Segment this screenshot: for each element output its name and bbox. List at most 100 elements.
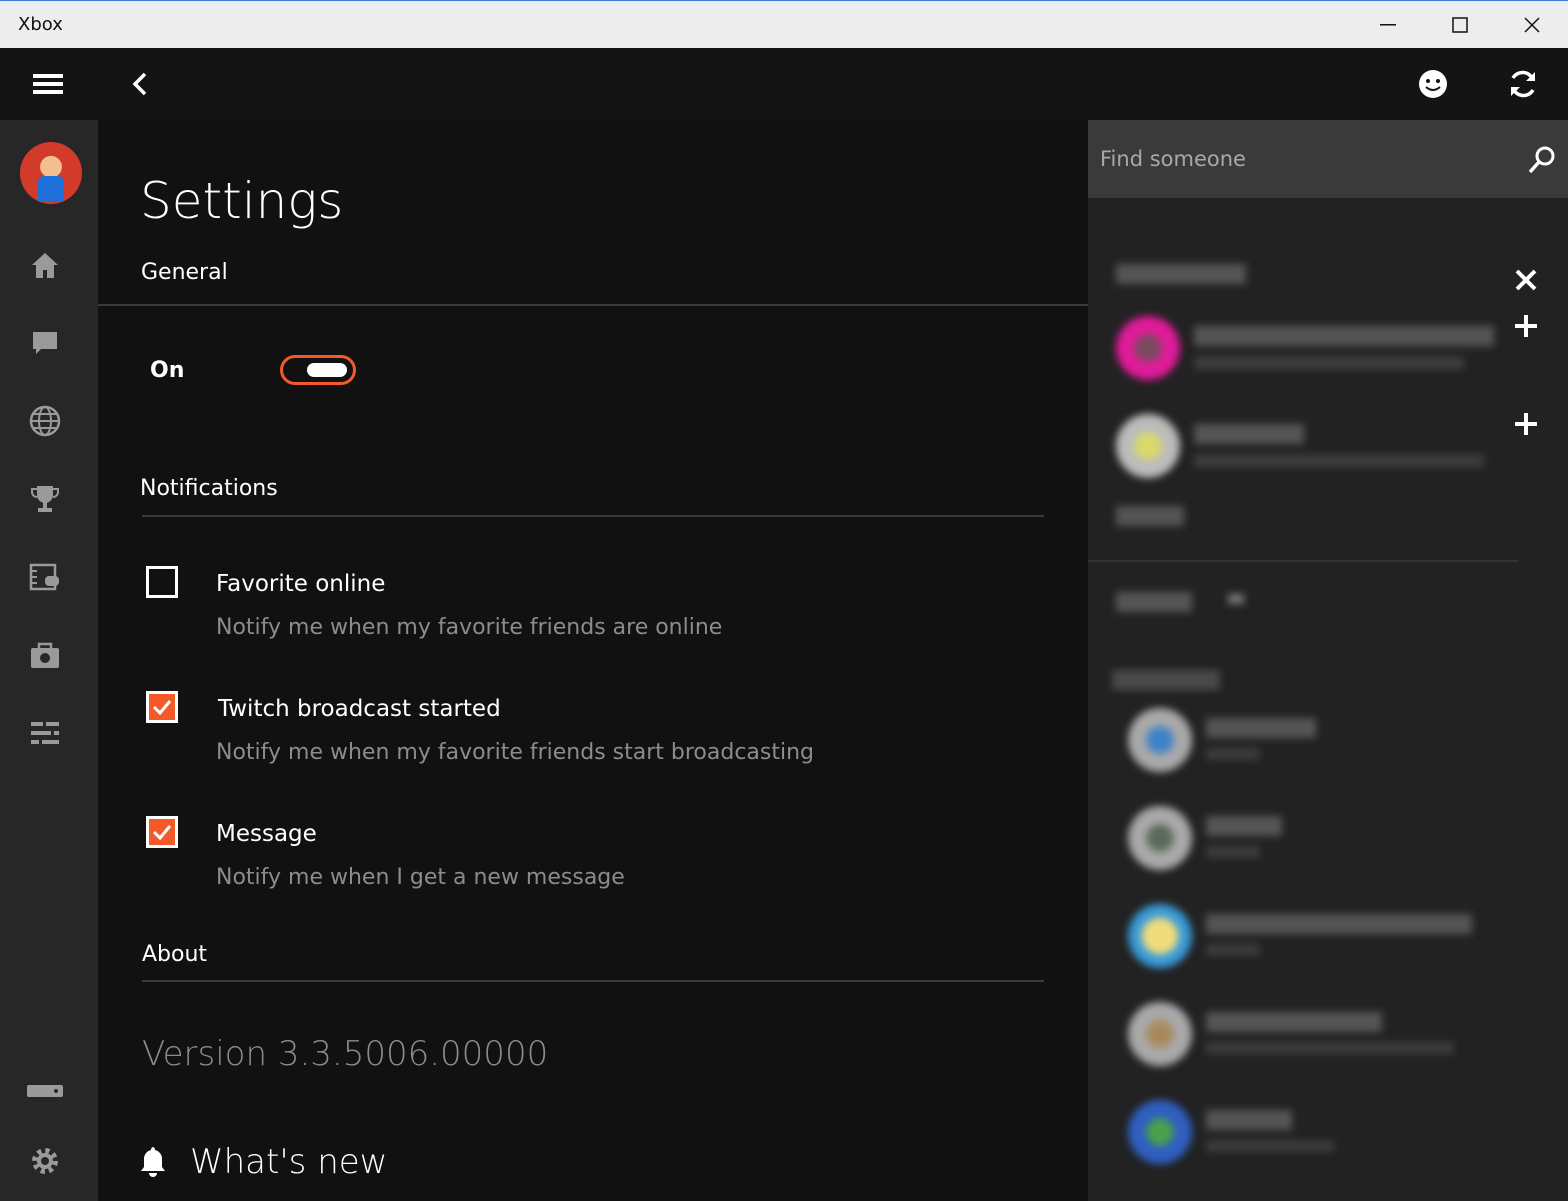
suggestion-detail-blurred (1194, 356, 1464, 370)
nav-store[interactable] (22, 632, 68, 678)
nav-game-dvr[interactable] (22, 554, 68, 600)
friends-filter-blurred[interactable] (1228, 594, 1244, 604)
back-button[interactable] (116, 62, 164, 106)
plus-icon (1515, 413, 1537, 435)
dismiss-suggestions-button[interactable] (1508, 262, 1544, 298)
refresh-button[interactable] (1500, 62, 1546, 106)
suggestion-name-blurred (1194, 326, 1494, 346)
smiley-icon (1419, 70, 1447, 98)
messages-icon (33, 332, 57, 354)
option-title: Message (216, 821, 317, 847)
window-titlebar: Xbox (0, 0, 1568, 48)
message-checkbox[interactable] (146, 816, 178, 848)
suggestion-avatar[interactable] (1116, 316, 1180, 380)
nav-home[interactable] (22, 242, 68, 288)
minimize-button[interactable] (1352, 1, 1424, 49)
hamburger-icon (33, 74, 63, 94)
nav-connect[interactable] (22, 1068, 68, 1114)
option-title: Favorite online (216, 571, 386, 597)
people-pane (1088, 120, 1568, 1201)
connect-console-icon (27, 1085, 63, 1097)
close-icon (1515, 269, 1537, 291)
maximize-button[interactable] (1424, 1, 1496, 49)
checkmark-icon (152, 825, 172, 840)
see-all-blurred[interactable] (1116, 506, 1184, 526)
activity-feed-icon (31, 722, 59, 744)
search-icon[interactable] (1526, 144, 1558, 176)
globe-icon (29, 405, 61, 437)
maximize-icon (1452, 17, 1468, 33)
friend-avatar[interactable] (1128, 1002, 1192, 1066)
twitch-broadcast-checkbox[interactable] (146, 691, 178, 723)
window-title: Xbox (18, 14, 63, 35)
minimize-icon (1380, 24, 1396, 26)
nav-trending[interactable] (22, 398, 68, 444)
option-description: Notify me when my favorite friends start… (216, 740, 815, 765)
home-icon (32, 253, 58, 278)
friend-name-blurred (1206, 1110, 1292, 1130)
toggle-knob (307, 363, 347, 377)
friend-avatar[interactable] (1128, 708, 1192, 772)
suggestions-heading-blurred (1116, 264, 1246, 284)
settings-page: Settings General On Notifications Favori… (98, 120, 1088, 1201)
toggle-label: On (150, 358, 185, 383)
friend-name-blurred (1206, 1012, 1382, 1032)
option-description: Notify me when I get a new message (216, 865, 625, 890)
whats-new-label: What's new (190, 1142, 388, 1182)
friend-name-blurred (1206, 914, 1472, 934)
friend-status-blurred (1206, 1042, 1454, 1054)
friend-avatar[interactable] (1128, 1100, 1192, 1164)
friend-name-blurred (1206, 718, 1316, 738)
plus-icon (1515, 315, 1537, 337)
friend-avatar[interactable] (1128, 806, 1192, 870)
notifications-divider (142, 515, 1044, 517)
whats-new-link[interactable]: What's new (138, 1142, 387, 1182)
close-icon (1524, 17, 1540, 33)
search-bar (1088, 120, 1568, 198)
friend-status-blurred (1206, 1140, 1334, 1152)
nav-messages[interactable] (22, 320, 68, 366)
version-text: Version 3.3.5006.00000 (142, 1034, 549, 1074)
add-friend-button[interactable] (1508, 308, 1544, 344)
settings-gear-icon (32, 1148, 58, 1174)
refresh-icon (1511, 70, 1535, 98)
friend-avatar[interactable] (1128, 904, 1192, 968)
friend-status-blurred (1206, 944, 1260, 956)
friend-status-blurred (1206, 748, 1260, 760)
store-icon (31, 642, 59, 668)
general-toggle[interactable] (280, 355, 356, 385)
bell-icon (141, 1147, 165, 1177)
trophy-icon (31, 486, 59, 512)
page-title: Settings (140, 172, 344, 230)
menu-button[interactable] (0, 48, 96, 120)
option-title: Twitch broadcast started (218, 696, 501, 722)
profile-avatar[interactable] (20, 142, 82, 204)
section-about: About (142, 942, 208, 967)
friends-heading-blurred[interactable] (1116, 592, 1192, 612)
about-divider (142, 980, 1044, 982)
section-general: General (141, 260, 228, 285)
suggestion-detail-blurred (1194, 454, 1484, 468)
app-bar (0, 48, 1568, 120)
nav-settings[interactable] (22, 1138, 68, 1184)
add-friend-button[interactable] (1508, 406, 1544, 442)
general-divider (98, 304, 1088, 306)
option-description: Notify me when my favorite friends are o… (216, 615, 723, 640)
back-arrow-icon (132, 72, 147, 96)
section-notifications: Notifications (140, 476, 278, 501)
favorite-online-checkbox[interactable] (146, 566, 178, 598)
left-nav (0, 120, 98, 1201)
pane-divider (1088, 560, 1518, 562)
nav-achievements[interactable] (22, 476, 68, 522)
checkmark-icon (152, 700, 172, 715)
game-dvr-icon (29, 563, 59, 591)
suggestion-avatar[interactable] (1116, 414, 1180, 478)
emoji-button[interactable] (1410, 62, 1456, 106)
offline-heading-blurred (1112, 670, 1220, 690)
suggestion-name-blurred (1194, 424, 1304, 444)
nav-activity[interactable] (22, 710, 68, 756)
friend-name-blurred (1206, 816, 1282, 836)
close-button[interactable] (1496, 1, 1568, 49)
search-input[interactable] (1100, 140, 1500, 178)
friend-status-blurred (1206, 846, 1260, 858)
